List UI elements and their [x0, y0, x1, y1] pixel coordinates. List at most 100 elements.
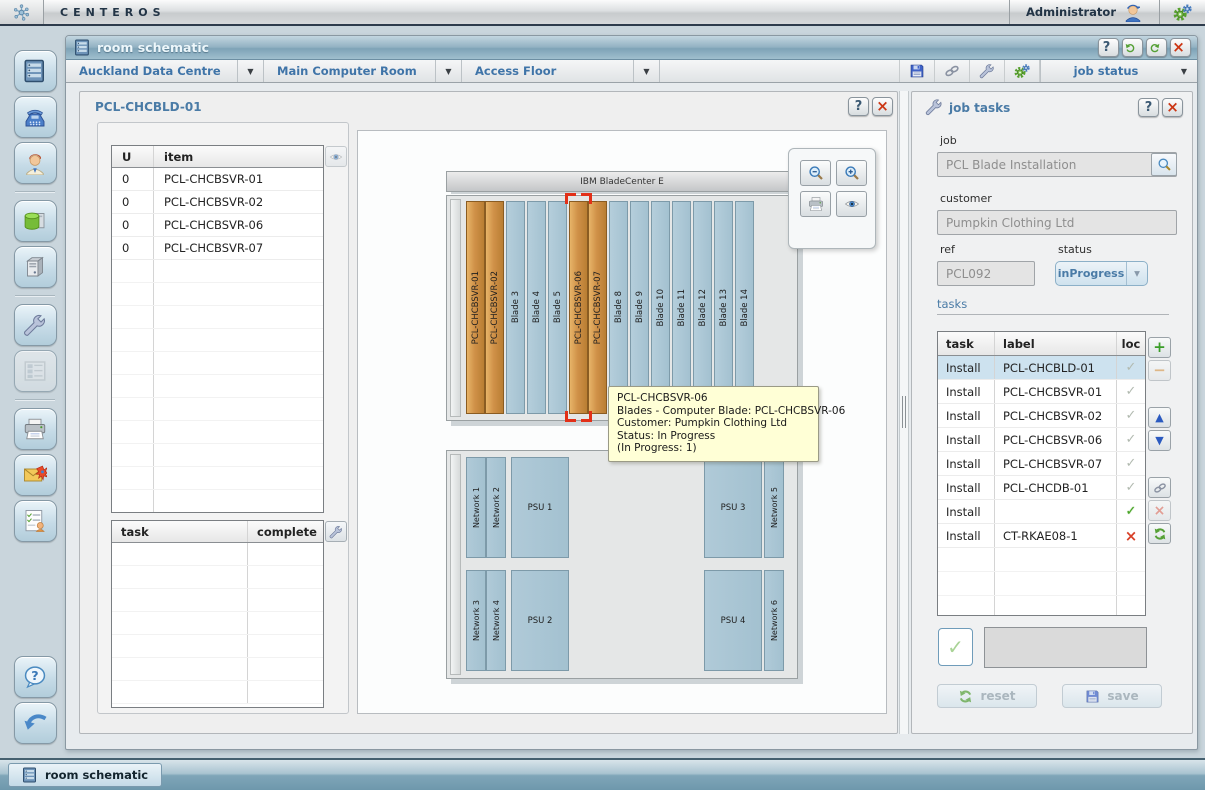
print-schematic-button[interactable]	[800, 191, 831, 217]
sidebar-item-print[interactable]	[14, 408, 57, 450]
table-row	[112, 283, 323, 306]
module-network[interactable]: Network 5	[764, 457, 784, 558]
site-dropdown-arrow-icon[interactable]: ▼	[238, 60, 264, 82]
table-row[interactable]: 0PCL-CHCBSVR-06	[112, 214, 323, 237]
blade-slot[interactable]: PCL-CHCBSVR-06	[569, 201, 588, 414]
blade-slot[interactable]: Blade 3	[506, 201, 525, 414]
table-row[interactable]: InstallPCL-CHCBSVR-07✓	[938, 452, 1145, 476]
sidebar-item-help[interactable]: ?	[14, 656, 57, 698]
blade-label: Blade 11	[677, 289, 687, 327]
close-button[interactable]: ×	[1170, 38, 1191, 57]
job-status-dropdown[interactable]: job status	[1040, 60, 1171, 82]
sidebar-item-racks[interactable]	[14, 50, 57, 92]
sidebar-item-back[interactable]	[14, 702, 57, 744]
link-task-button[interactable]	[1148, 477, 1171, 498]
tools-button[interactable]	[970, 60, 1005, 82]
admin-menu[interactable]: Administrator	[1009, 0, 1159, 24]
blade-slot[interactable]: Blade 5	[548, 201, 567, 414]
sidebar-item-room-schematic[interactable]	[14, 350, 57, 392]
job-status-arrow-icon[interactable]: ▼	[1171, 60, 1197, 82]
module-psu[interactable]: PSU 2	[511, 570, 569, 671]
reset-button[interactable]: reset	[937, 684, 1037, 708]
module-network[interactable]: Network 1	[466, 457, 486, 558]
job-field[interactable]	[937, 152, 1177, 177]
blade-slot[interactable]: Blade 14	[735, 201, 754, 414]
blade-slot[interactable]: PCL-CHCBSVR-01	[466, 201, 485, 414]
message-box[interactable]	[984, 627, 1147, 668]
sync-task-button[interactable]	[1148, 523, 1171, 544]
table-row[interactable]: Install✓	[938, 500, 1145, 524]
help-button[interactable]: ?	[848, 97, 869, 116]
blade-slot[interactable]: Blade 12	[693, 201, 712, 414]
panel-splitter[interactable]	[899, 91, 909, 734]
view-schematic-button[interactable]	[836, 191, 867, 217]
room-dropdown-arrow-icon[interactable]: ▼	[436, 60, 462, 82]
sidebar-item-task-list[interactable]	[14, 500, 57, 542]
blade-slot[interactable]: Blade 13	[714, 201, 733, 414]
customer-field[interactable]	[937, 210, 1177, 235]
table-row[interactable]: InstallPCL-CHCDB-01✓	[938, 476, 1145, 500]
confirm-button[interactable]: ✓	[938, 628, 973, 666]
save-button[interactable]	[900, 60, 935, 82]
blade-slot[interactable]: Blade 10	[651, 201, 670, 414]
sidebar-item-database[interactable]	[14, 200, 57, 242]
table-row[interactable]: InstallPCL-CHCBSVR-02✓	[938, 404, 1145, 428]
blade-slot[interactable]: Blade 8	[609, 201, 628, 414]
table-cell	[248, 612, 323, 634]
table-row[interactable]: 0PCL-CHCBSVR-07	[112, 237, 323, 260]
status-dropdown[interactable]: inProgress ▼	[1055, 261, 1148, 286]
add-task-button[interactable]: +	[1148, 337, 1171, 358]
job-search-button[interactable]	[1151, 153, 1177, 176]
table-row[interactable]: InstallCT-RKAE08-1×	[938, 524, 1145, 548]
sidebar-item-phones[interactable]	[14, 96, 57, 138]
blade-slot[interactable]: PCL-CHCBSVR-07	[588, 201, 607, 414]
module-psu[interactable]: PSU 1	[511, 457, 569, 558]
help-button[interactable]: ?	[1098, 38, 1119, 57]
blade-slot[interactable]: PCL-CHCBSVR-02	[485, 201, 504, 414]
move-up-button[interactable]: ▲	[1148, 407, 1171, 428]
task-tools-button[interactable]	[325, 521, 347, 542]
blade-slot[interactable]: Blade 4	[527, 201, 546, 414]
zoom-out-button[interactable]	[800, 160, 831, 186]
remove-task-button[interactable]: −	[1148, 360, 1171, 381]
delete-task-button[interactable]: ×	[1148, 500, 1171, 521]
module-network[interactable]: Network 2	[486, 457, 506, 558]
sidebar-item-hardware[interactable]	[14, 246, 57, 288]
module-psu[interactable]: PSU 3	[704, 457, 762, 558]
splitter-grip-icon	[902, 396, 908, 428]
settings-button[interactable]	[1005, 60, 1040, 82]
app-logo-button[interactable]	[0, 0, 44, 24]
table-row[interactable]: 0PCL-CHCBSVR-01	[112, 168, 323, 191]
module-network[interactable]: Network 3	[466, 570, 486, 671]
help-button[interactable]: ?	[1138, 98, 1159, 117]
settings-button[interactable]	[1159, 0, 1205, 24]
module-network[interactable]: Network 6	[764, 570, 784, 671]
module-psu[interactable]: PSU 4	[704, 570, 762, 671]
save-button[interactable]: save	[1062, 684, 1162, 708]
blade-slot[interactable]: Blade 9	[630, 201, 649, 414]
close-button[interactable]: ×	[872, 97, 893, 116]
table-row[interactable]: 0PCL-CHCBSVR-02	[112, 191, 323, 214]
undo-button[interactable]	[1122, 38, 1143, 57]
sidebar-item-jobs[interactable]	[14, 304, 57, 346]
blade-slot[interactable]: Blade 11	[672, 201, 691, 414]
zoom-in-button[interactable]	[836, 160, 867, 186]
redo-button[interactable]	[1146, 38, 1167, 57]
link-button[interactable]	[935, 60, 970, 82]
sidebar-item-people[interactable]	[14, 142, 57, 184]
move-down-button[interactable]: ▼	[1148, 430, 1171, 451]
table-row[interactable]: InstallPCL-CHCBLD-01✓	[938, 356, 1145, 380]
taskbar-tab-room-schematic[interactable]: room schematic	[8, 763, 162, 787]
table-cell: ✓	[1117, 476, 1145, 499]
close-button[interactable]: ×	[1162, 98, 1183, 117]
site-dropdown[interactable]: Auckland Data Centre	[66, 60, 238, 82]
module-network[interactable]: Network 4	[486, 570, 506, 671]
floor-dropdown[interactable]: Access Floor	[462, 60, 634, 82]
ref-field[interactable]	[937, 261, 1035, 286]
view-items-button[interactable]	[325, 146, 347, 167]
sidebar-item-alerts[interactable]	[14, 454, 57, 496]
table-row[interactable]: InstallPCL-CHCBSVR-01✓	[938, 380, 1145, 404]
room-dropdown[interactable]: Main Computer Room	[264, 60, 436, 82]
table-row[interactable]: InstallPCL-CHCBSVR-06✓	[938, 428, 1145, 452]
floor-dropdown-arrow-icon[interactable]: ▼	[634, 60, 660, 82]
